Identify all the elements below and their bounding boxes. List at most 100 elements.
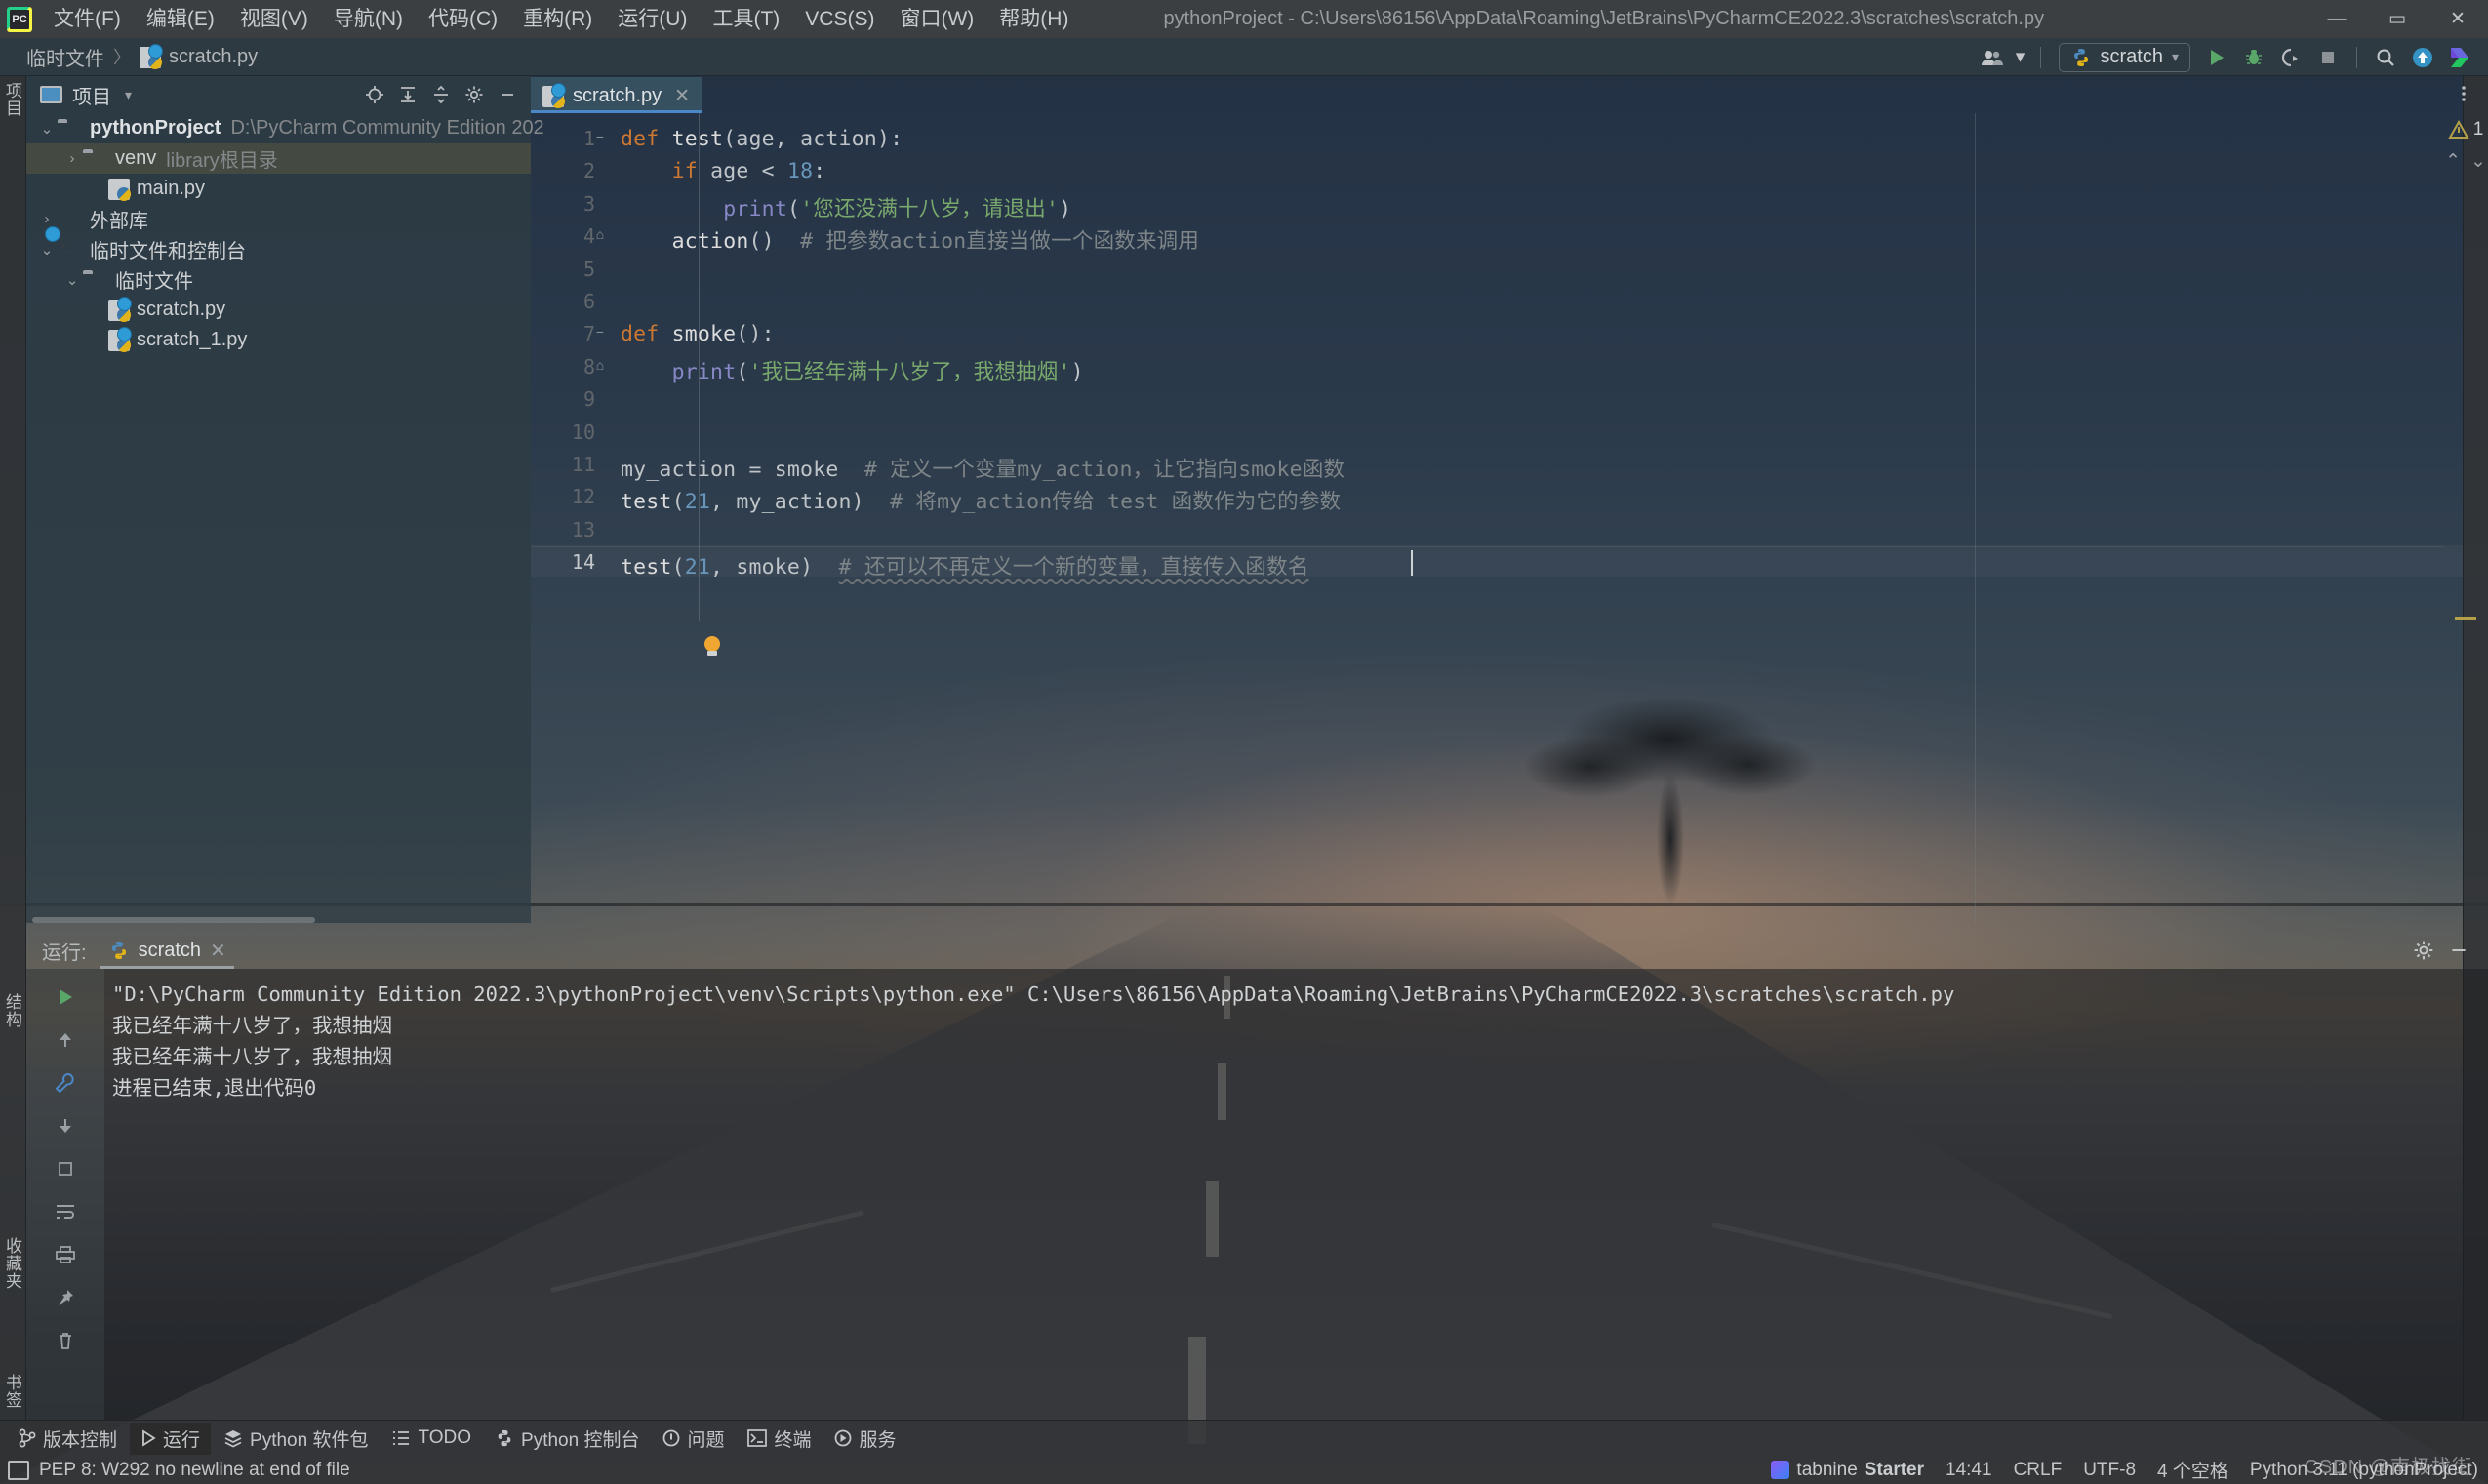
stop-square-icon[interactable]	[44, 1150, 87, 1187]
run-button[interactable]	[2200, 42, 2233, 73]
code-line[interactable]: test(21, my_action) # 将my_action传给 test …	[621, 485, 1341, 515]
prev-problem-icon[interactable]: ⌃	[2445, 150, 2461, 173]
breadcrumb-file[interactable]: scratch.py	[169, 46, 258, 68]
next-problem-icon[interactable]: ⌄	[2470, 150, 2486, 173]
trash-icon[interactable]	[44, 1322, 87, 1359]
project-tree-node[interactable]: › 外部库	[26, 204, 531, 234]
tool-window-button-1[interactable]: 版本控制	[8, 1423, 128, 1455]
project-horizontal-scrollbar[interactable]	[26, 915, 531, 924]
update-arrow-icon[interactable]	[2406, 42, 2439, 73]
menu-edit[interactable]: 编辑(E)	[134, 0, 227, 38]
breadcrumb-root[interactable]: 临时文件	[26, 43, 104, 71]
locate-file-icon[interactable]	[359, 79, 390, 109]
scroll-up-icon[interactable]	[44, 1022, 87, 1059]
editor-gutter[interactable]: 1−2 3 4 ⌂ 5 6 7−8 ⌂ 9 10 11 12 13 14	[531, 113, 613, 923]
project-tree-node[interactable]: ⌄ pythonProject D:\PyCharm Community Editi…	[26, 113, 544, 143]
code-line[interactable]: print('我已经年满十八岁了，我想抽烟')	[621, 355, 1084, 385]
hide-minimize-icon[interactable]	[2443, 935, 2474, 965]
code-line[interactable]: test(21, smoke) # 还可以不再定义一个新的变量，直接传入函数名	[621, 550, 1309, 581]
tool-window-button-5[interactable]: Python 控制台	[484, 1423, 650, 1455]
editor-tab-scratch-py[interactable]: scratch.py ✕	[531, 77, 703, 113]
wrench-icon[interactable]	[44, 1064, 87, 1102]
code-text-area[interactable]: def test(age, action): if age < 18: prin…	[613, 113, 2488, 923]
project-tree-node[interactable]: ⌄ 临时文件	[26, 264, 531, 295]
code-fold-icon[interactable]: ⌂	[591, 226, 609, 244]
menu-view[interactable]: 视图(V)	[227, 0, 321, 38]
code-editor[interactable]: 1−2 3 4 ⌂ 5 6 7−8 ⌂ 9 10 11 12 13 14 def test(age, ac…	[531, 113, 2488, 923]
settings-gear-icon[interactable]	[459, 79, 490, 109]
expand-all-icon[interactable]	[392, 79, 423, 109]
tree-expand-arrow-icon[interactable]: ›	[36, 211, 58, 227]
close-icon[interactable]: ✕	[674, 85, 690, 107]
menu-navigate[interactable]: 导航(N)	[321, 0, 416, 38]
project-tree-node[interactable]: › venv library根目录	[26, 143, 531, 174]
menu-file[interactable]: 文件(F)	[41, 0, 134, 38]
project-tree-node[interactable]: scratch.py	[26, 295, 531, 325]
tree-expand-arrow-icon[interactable]: ⌄	[36, 241, 58, 259]
menu-refactor[interactable]: 重构(R)	[510, 0, 605, 38]
code-line[interactable]: print('您还没满十八岁，请退出')	[621, 192, 1071, 222]
run-console-output[interactable]: "D:\PyCharm Community Edition 2022.3\pyt…	[104, 969, 2488, 1420]
code-line[interactable]: action() # 把参数action直接当做一个函数来调用	[621, 224, 1199, 255]
project-tree-node[interactable]: scratch_1.py	[26, 325, 531, 355]
menu-window[interactable]: 窗口(W)	[887, 0, 986, 38]
tool-window-button-7[interactable]: 终端	[737, 1423, 822, 1455]
menu-code[interactable]: 代码(C)	[416, 0, 510, 38]
stop-button[interactable]	[2311, 42, 2345, 73]
menu-tools[interactable]: 工具(T)	[700, 0, 792, 38]
project-tree-node[interactable]: ⌄ 临时文件和控制台	[26, 234, 531, 264]
inspection-marker[interactable]	[2455, 617, 2476, 620]
tabnine-status[interactable]: tabnine Starter	[1771, 1460, 1924, 1481]
user-accounts-icon[interactable]	[1976, 42, 2009, 73]
print-icon[interactable]	[44, 1236, 87, 1273]
code-line[interactable]: def test(age, action):	[621, 127, 903, 151]
rerun-play-icon[interactable]	[44, 979, 87, 1016]
tree-expand-arrow-icon[interactable]: ›	[61, 150, 83, 167]
code-line[interactable]: my_action = smoke # 定义一个变量my_action，让它指向…	[621, 453, 1344, 483]
code-fold-icon[interactable]: −	[591, 324, 609, 341]
pin-icon[interactable]	[44, 1279, 87, 1316]
menu-help[interactable]: 帮助(H)	[986, 0, 1081, 38]
hide-minimize-icon[interactable]	[492, 79, 523, 109]
project-tree-node[interactable]: main.py	[26, 174, 531, 204]
minimize-button[interactable]: —	[2307, 0, 2367, 38]
close-icon[interactable]: ✕	[210, 939, 226, 963]
line-separator[interactable]: CRLF	[2014, 1460, 2063, 1481]
settings-gear-icon[interactable]	[2408, 935, 2439, 965]
tabnine-icon	[1771, 1461, 1790, 1479]
code-fold-icon[interactable]: −	[591, 129, 609, 146]
menu-run[interactable]: 运行(U)	[605, 0, 700, 38]
code-line[interactable]: if age < 18:	[621, 159, 826, 183]
maximize-button[interactable]: ▭	[2367, 0, 2428, 38]
run-tab-scratch[interactable]: scratch ✕	[100, 932, 234, 969]
run-configuration-selector[interactable]: scratch ▾	[2058, 42, 2190, 72]
chevron-down-icon[interactable]: ▾	[125, 87, 132, 103]
search-icon[interactable]	[2369, 42, 2402, 73]
menu-vcs[interactable]: VCS(S)	[792, 0, 887, 38]
tree-expand-arrow-icon[interactable]: ⌄	[61, 271, 83, 289]
close-button[interactable]: ✕	[2428, 0, 2488, 38]
caret-position[interactable]: 14:41	[1946, 1460, 1992, 1481]
tool-window-button-8[interactable]: 服务	[823, 1423, 906, 1455]
code-line[interactable]: def smoke():	[621, 322, 775, 346]
soft-wrap-icon[interactable]	[44, 1193, 87, 1230]
debug-bug-icon[interactable]	[2237, 42, 2270, 73]
inspection-icon[interactable]	[8, 1460, 29, 1480]
run-with-coverage-icon[interactable]	[2274, 42, 2307, 73]
tree-expand-arrow-icon[interactable]: ⌄	[36, 120, 58, 138]
jetbrains-toolbox-icon[interactable]	[2443, 42, 2476, 73]
tool-window-button-6[interactable]: 问题	[652, 1423, 735, 1455]
scroll-down-icon[interactable]	[44, 1107, 87, 1144]
inspection-warning-count[interactable]: 1	[2447, 119, 2483, 140]
collapse-all-icon[interactable]	[425, 79, 457, 109]
more-options-icon[interactable]	[2447, 78, 2480, 109]
accounts-chevron-down-icon[interactable]: ▾	[2013, 42, 2028, 73]
tool-window-button-2[interactable]: 运行	[130, 1422, 212, 1455]
file-encoding[interactable]: UTF-8	[2083, 1460, 2136, 1481]
tool-window-button-3[interactable]: Python 软件包	[213, 1423, 379, 1455]
indent-setting[interactable]: 4 个空格	[2157, 1457, 2228, 1483]
tool-window-button-4[interactable]: TODO	[381, 1423, 482, 1455]
code-fold-icon[interactable]: ⌂	[591, 357, 609, 375]
intention-bulb-icon[interactable]	[702, 636, 722, 658]
stripe-item-project[interactable]: 项目	[2, 82, 24, 117]
